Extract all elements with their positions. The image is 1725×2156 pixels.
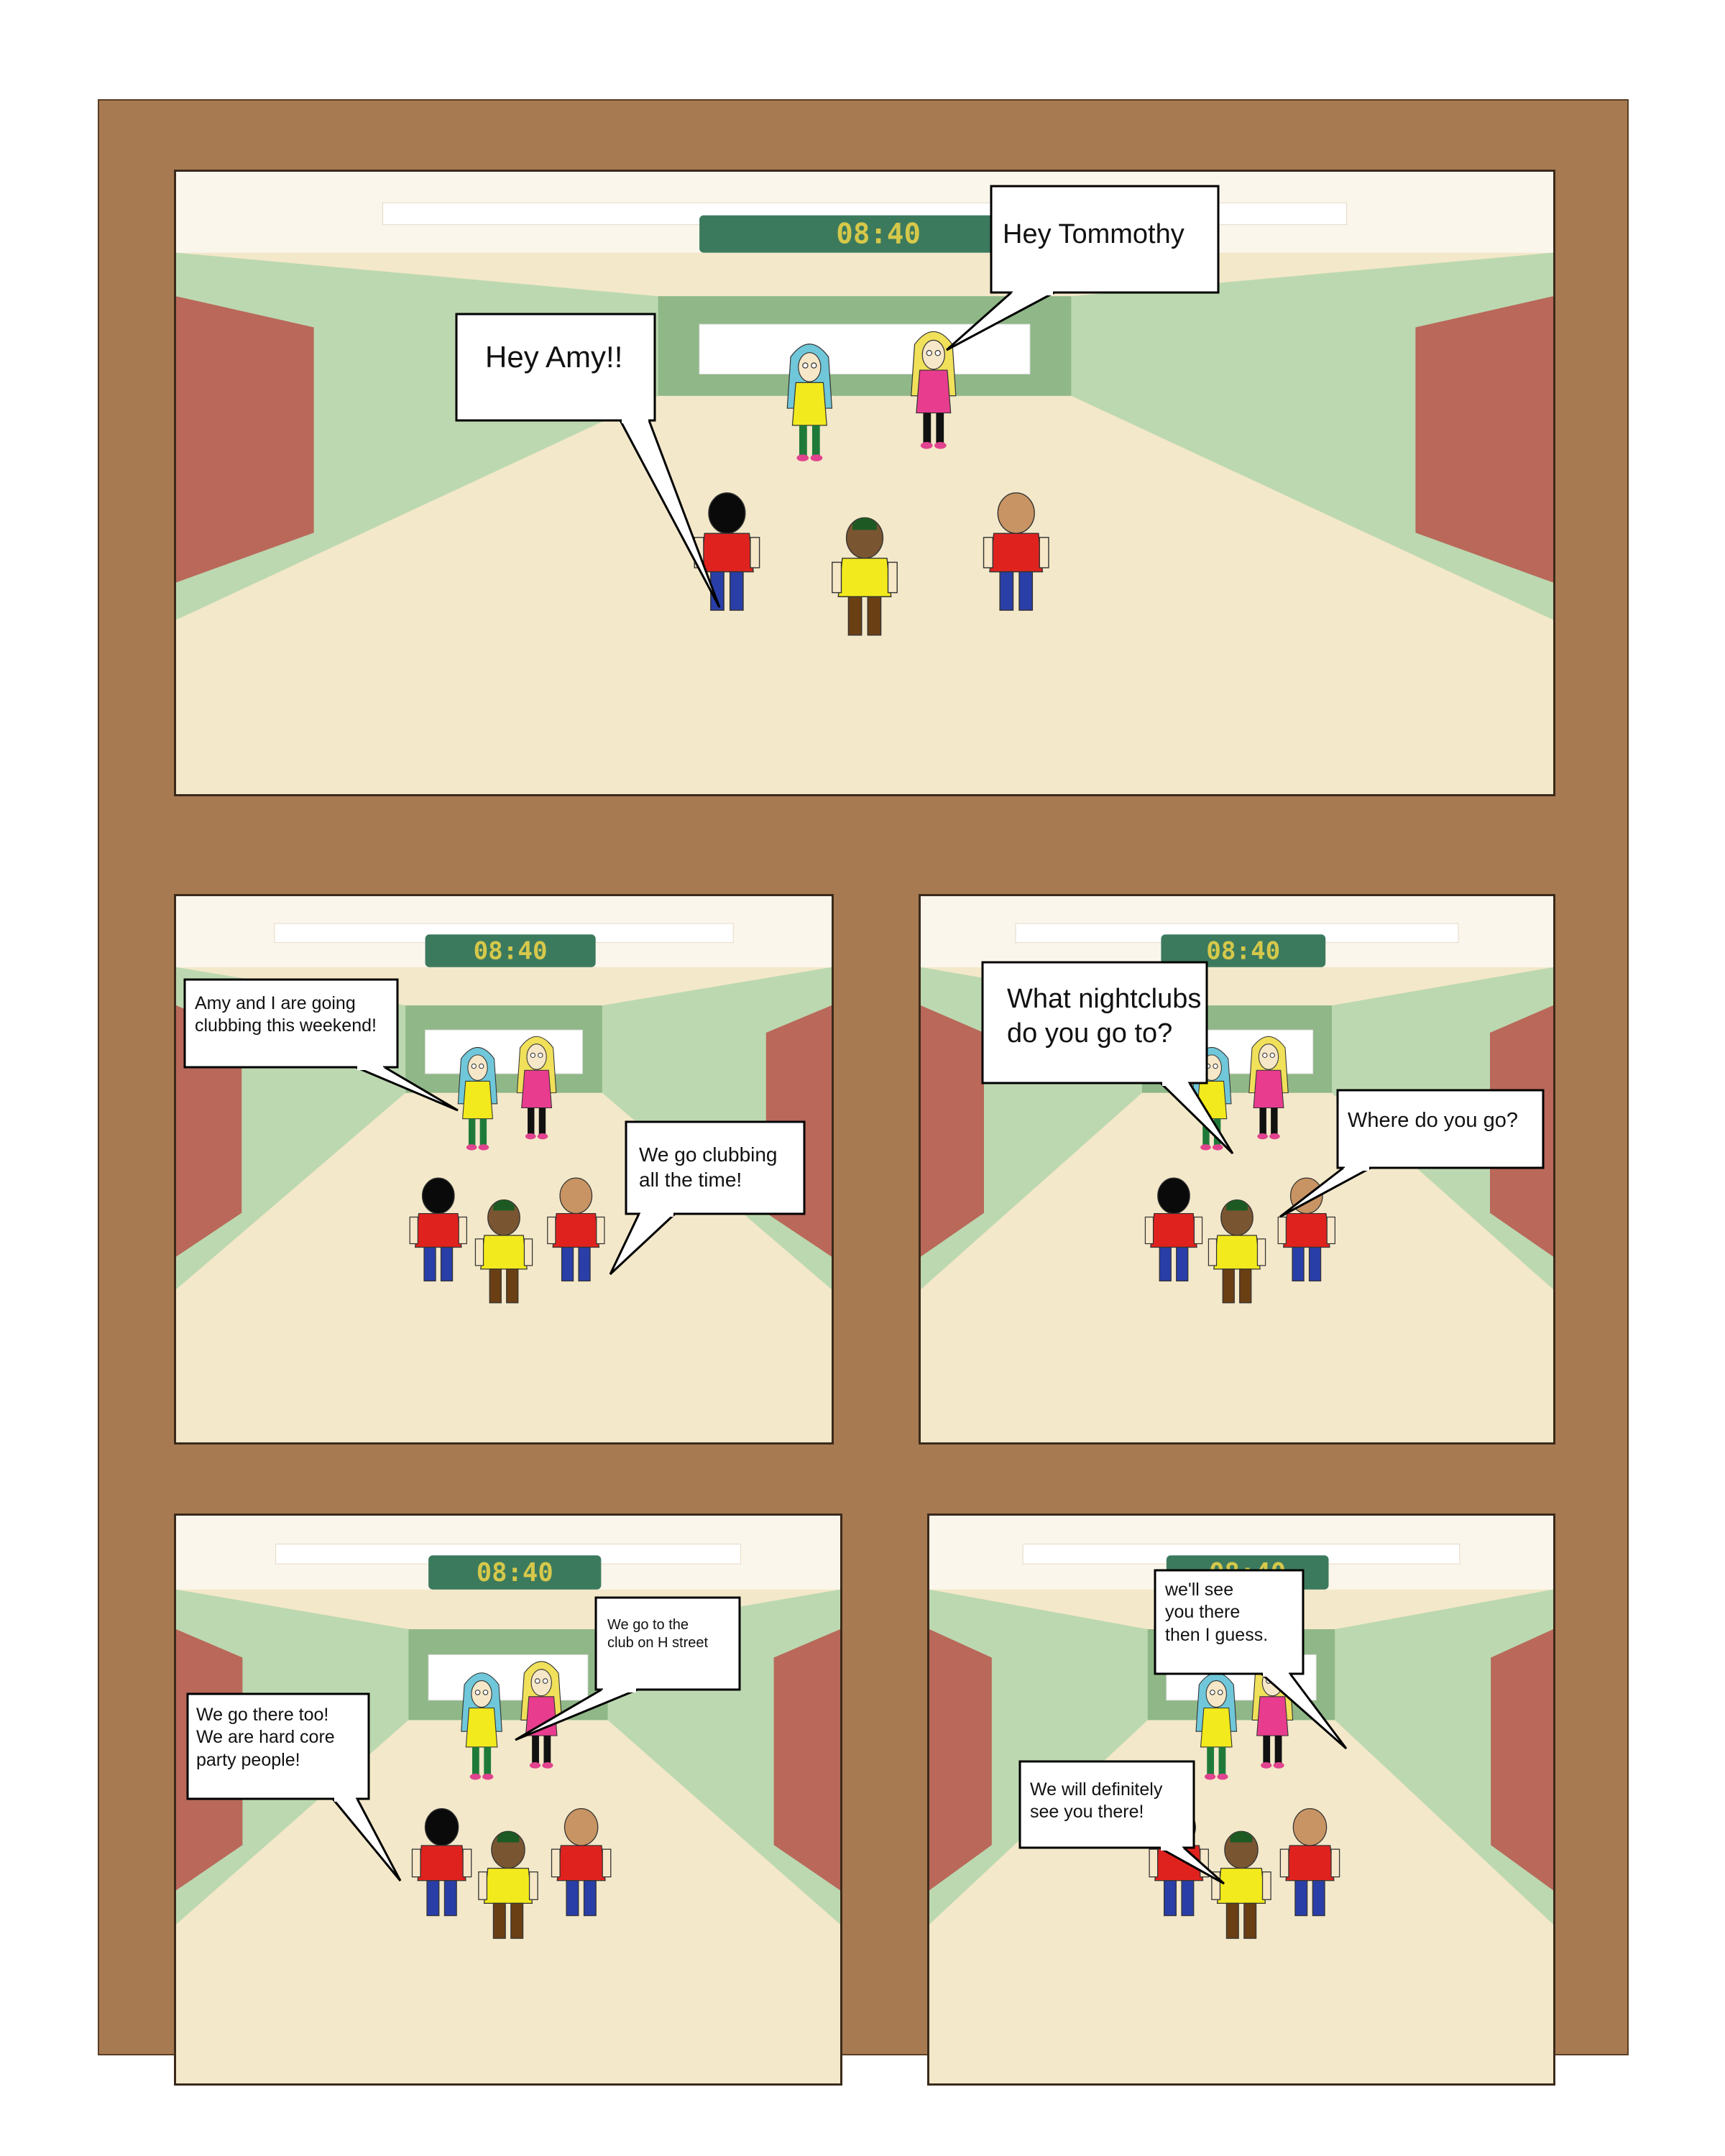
bubble-text: Where do you go?: [1348, 1109, 1518, 1132]
speech-bubble-1: Amy and I are going clubbing this weeken…: [183, 978, 459, 1112]
bubble-text: we'll see you there then I guess.: [1165, 1580, 1269, 1645]
right-door: [1491, 1629, 1553, 1891]
speech-bubble-1: We go there too! We are hard core party …: [186, 1692, 402, 1881]
left-door: [921, 1005, 984, 1257]
back-window: [428, 1654, 589, 1701]
left-door: [929, 1629, 992, 1891]
speech-bubble-1: What nightclubs do you go to?: [981, 961, 1234, 1155]
bubble-text: We will definitely see you there!: [1030, 1779, 1163, 1823]
comic-panel-4: 08:40 We go there too! We are hard core …: [174, 1514, 842, 2086]
clock-text: 08:40: [477, 1558, 553, 1588]
bubble-text: Amy and I are going clubbing this weeken…: [195, 993, 377, 1036]
speech-bubble-1: we'll see you there then I guess.: [1154, 1569, 1348, 1750]
speech-bubble-2: We go clubbing all the time!: [609, 1120, 806, 1276]
speech-bubble-2: Where do you go?: [1279, 1089, 1545, 1218]
bubble-text: Hey Tommothy: [1003, 219, 1184, 249]
comic-page: 08:40 Hey Amy!! Hey Tommothy 08:40 Amy a…: [98, 99, 1629, 2086]
hallway-scene: 08:40: [176, 172, 1553, 794]
comic-panel-5: 08:40 we'll see you there then I guess. …: [927, 1514, 1555, 2086]
speech-bubble-2: We will definitely see you there!: [1018, 1760, 1225, 1885]
speech-bubble-2: Hey Tommothy: [946, 185, 1220, 351]
comic-panel-1: 08:40 Hey Amy!! Hey Tommothy: [174, 170, 1555, 796]
clock-text: 08:40: [1206, 936, 1280, 965]
back-window: [425, 1029, 583, 1074]
bubble-text: Hey Amy!!: [485, 340, 623, 374]
right-door: [773, 1629, 840, 1891]
clock-text: 08:40: [836, 218, 921, 251]
left-door: [176, 296, 314, 583]
clock-text: 08:40: [474, 936, 548, 965]
speech-bubble-2: We go to the club on H street: [515, 1596, 741, 1741]
right-door: [1415, 296, 1553, 583]
comic-panel-3: 08:40 What nightclubs do you go to? Wher…: [919, 894, 1555, 1445]
speech-bubble-1: Hey Amy!!: [455, 313, 721, 608]
bubble-text: We go there too! We are hard core party …: [196, 1705, 335, 1770]
bubble-text: We go clubbing all the time!: [639, 1143, 778, 1191]
comic-panel-2: 08:40 Amy and I are going clubbing this …: [174, 894, 834, 1445]
bubble-text: We go to the club on H street: [607, 1617, 709, 1651]
bubble-text: What nightclubs do you go to?: [1007, 984, 1202, 1049]
